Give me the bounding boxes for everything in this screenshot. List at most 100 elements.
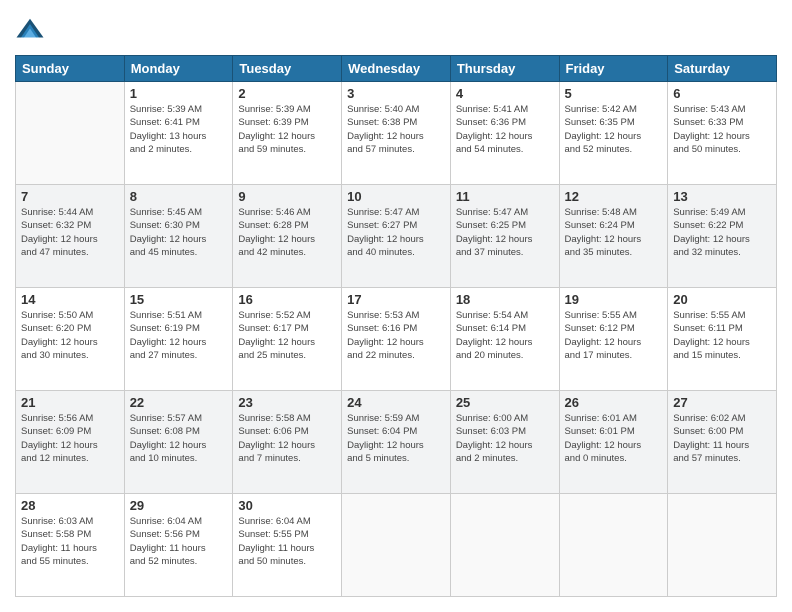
page: Sunday Monday Tuesday Wednesday Thursday… xyxy=(0,0,792,612)
day-info: Sunrise: 5:47 AM Sunset: 6:27 PM Dayligh… xyxy=(347,206,445,259)
table-row: 19 Sunrise: 5:55 AM Sunset: 6:12 PM Dayli… xyxy=(559,288,668,391)
day-info: Sunrise: 5:43 AM Sunset: 6:33 PM Dayligh… xyxy=(673,103,771,156)
logo xyxy=(15,15,50,45)
day-info: Sunrise: 5:41 AM Sunset: 6:36 PM Dayligh… xyxy=(456,103,554,156)
day-info: Sunrise: 5:52 AM Sunset: 6:17 PM Dayligh… xyxy=(238,309,336,362)
calendar-week-row: 7 Sunrise: 5:44 AM Sunset: 6:32 PM Daylig… xyxy=(16,185,777,288)
table-row: 30 Sunrise: 6:04 AM Sunset: 5:55 PM Dayli… xyxy=(233,494,342,597)
day-number: 2 xyxy=(238,86,336,101)
table-row: 28 Sunrise: 6:03 AM Sunset: 5:58 PM Dayli… xyxy=(16,494,125,597)
table-row: 2 Sunrise: 5:39 AM Sunset: 6:39 PM Daylig… xyxy=(233,82,342,185)
header-saturday: Saturday xyxy=(668,56,777,82)
day-info: Sunrise: 5:59 AM Sunset: 6:04 PM Dayligh… xyxy=(347,412,445,465)
day-info: Sunrise: 5:39 AM Sunset: 6:39 PM Dayligh… xyxy=(238,103,336,156)
day-number: 9 xyxy=(238,189,336,204)
day-number: 24 xyxy=(347,395,445,410)
table-row: 18 Sunrise: 5:54 AM Sunset: 6:14 PM Dayli… xyxy=(450,288,559,391)
table-row: 7 Sunrise: 5:44 AM Sunset: 6:32 PM Daylig… xyxy=(16,185,125,288)
day-info: Sunrise: 6:01 AM Sunset: 6:01 PM Dayligh… xyxy=(565,412,663,465)
day-number: 13 xyxy=(673,189,771,204)
day-info: Sunrise: 5:57 AM Sunset: 6:08 PM Dayligh… xyxy=(130,412,228,465)
day-number: 21 xyxy=(21,395,119,410)
header-wednesday: Wednesday xyxy=(342,56,451,82)
day-number: 23 xyxy=(238,395,336,410)
header-monday: Monday xyxy=(124,56,233,82)
logo-icon xyxy=(15,15,45,45)
day-number: 14 xyxy=(21,292,119,307)
day-number: 5 xyxy=(565,86,663,101)
day-info: Sunrise: 5:49 AM Sunset: 6:22 PM Dayligh… xyxy=(673,206,771,259)
table-row: 8Sunrise: 5:45 AM Sunset: 6:30 PM Daylig… xyxy=(124,185,233,288)
day-number: 25 xyxy=(456,395,554,410)
calendar-week-row: 28 Sunrise: 6:03 AM Sunset: 5:58 PM Dayli… xyxy=(16,494,777,597)
table-row: 1Sunrise: 5:39 AM Sunset: 6:41 PM Daylig… xyxy=(124,82,233,185)
table-row: 11 Sunrise: 5:47 AM Sunset: 6:25 PM Dayli… xyxy=(450,185,559,288)
day-number: 12 xyxy=(565,189,663,204)
day-number: 22 xyxy=(130,395,228,410)
table-row: 25 Sunrise: 6:00 AM Sunset: 6:03 PM Dayli… xyxy=(450,391,559,494)
day-info: Sunrise: 5:44 AM Sunset: 6:32 PM Dayligh… xyxy=(21,206,119,259)
table-row xyxy=(559,494,668,597)
calendar-week-row: 1Sunrise: 5:39 AM Sunset: 6:41 PM Daylig… xyxy=(16,82,777,185)
day-number: 7 xyxy=(21,189,119,204)
table-row: 14 Sunrise: 5:50 AM Sunset: 6:20 PM Dayli… xyxy=(16,288,125,391)
day-info: Sunrise: 5:55 AM Sunset: 6:12 PM Dayligh… xyxy=(565,309,663,362)
day-info: Sunrise: 5:45 AM Sunset: 6:30 PM Dayligh… xyxy=(130,206,228,259)
table-row: 16 Sunrise: 5:52 AM Sunset: 6:17 PM Dayli… xyxy=(233,288,342,391)
header-friday: Friday xyxy=(559,56,668,82)
table-row: 5 Sunrise: 5:42 AM Sunset: 6:35 PM Daylig… xyxy=(559,82,668,185)
day-info: Sunrise: 6:02 AM Sunset: 6:00 PM Dayligh… xyxy=(673,412,771,465)
day-number: 4 xyxy=(456,86,554,101)
day-info: Sunrise: 5:42 AM Sunset: 6:35 PM Dayligh… xyxy=(565,103,663,156)
day-number: 3 xyxy=(347,86,445,101)
day-number: 16 xyxy=(238,292,336,307)
day-number: 26 xyxy=(565,395,663,410)
day-number: 27 xyxy=(673,395,771,410)
day-number: 28 xyxy=(21,498,119,513)
table-row: 9 Sunrise: 5:46 AM Sunset: 6:28 PM Daylig… xyxy=(233,185,342,288)
table-row xyxy=(450,494,559,597)
table-row: 26 Sunrise: 6:01 AM Sunset: 6:01 PM Dayli… xyxy=(559,391,668,494)
day-info: Sunrise: 6:00 AM Sunset: 6:03 PM Dayligh… xyxy=(456,412,554,465)
day-number: 6 xyxy=(673,86,771,101)
day-number: 1 xyxy=(130,86,228,101)
table-row: 10 Sunrise: 5:47 AM Sunset: 6:27 PM Dayli… xyxy=(342,185,451,288)
day-number: 19 xyxy=(565,292,663,307)
day-info: Sunrise: 5:53 AM Sunset: 6:16 PM Dayligh… xyxy=(347,309,445,362)
table-row: 27 Sunrise: 6:02 AM Sunset: 6:00 PM Dayli… xyxy=(668,391,777,494)
calendar-week-row: 14 Sunrise: 5:50 AM Sunset: 6:20 PM Dayli… xyxy=(16,288,777,391)
table-row: 15Sunrise: 5:51 AM Sunset: 6:19 PM Dayli… xyxy=(124,288,233,391)
day-info: Sunrise: 5:50 AM Sunset: 6:20 PM Dayligh… xyxy=(21,309,119,362)
day-info: Sunrise: 6:04 AM Sunset: 5:56 PM Dayligh… xyxy=(130,515,228,568)
day-info: Sunrise: 5:58 AM Sunset: 6:06 PM Dayligh… xyxy=(238,412,336,465)
day-info: Sunrise: 5:40 AM Sunset: 6:38 PM Dayligh… xyxy=(347,103,445,156)
table-row: 22 Sunrise: 5:57 AM Sunset: 6:08 PM Dayli… xyxy=(124,391,233,494)
day-number: 17 xyxy=(347,292,445,307)
day-number: 30 xyxy=(238,498,336,513)
table-row: 13 Sunrise: 5:49 AM Sunset: 6:22 PM Dayli… xyxy=(668,185,777,288)
day-info: Sunrise: 5:46 AM Sunset: 6:28 PM Dayligh… xyxy=(238,206,336,259)
day-number: 18 xyxy=(456,292,554,307)
day-info: Sunrise: 5:51 AM Sunset: 6:19 PM Dayligh… xyxy=(130,309,228,362)
day-info: Sunrise: 5:54 AM Sunset: 6:14 PM Dayligh… xyxy=(456,309,554,362)
table-row: 17 Sunrise: 5:53 AM Sunset: 6:16 PM Dayli… xyxy=(342,288,451,391)
day-number: 20 xyxy=(673,292,771,307)
table-row: 6 Sunrise: 5:43 AM Sunset: 6:33 PM Daylig… xyxy=(668,82,777,185)
day-info: Sunrise: 5:47 AM Sunset: 6:25 PM Dayligh… xyxy=(456,206,554,259)
day-info: Sunrise: 5:56 AM Sunset: 6:09 PM Dayligh… xyxy=(21,412,119,465)
table-row: 3 Sunrise: 5:40 AM Sunset: 6:38 PM Daylig… xyxy=(342,82,451,185)
day-info: Sunrise: 5:48 AM Sunset: 6:24 PM Dayligh… xyxy=(565,206,663,259)
day-number: 11 xyxy=(456,189,554,204)
table-row: 23 Sunrise: 5:58 AM Sunset: 6:06 PM Dayli… xyxy=(233,391,342,494)
calendar-week-row: 21 Sunrise: 5:56 AM Sunset: 6:09 PM Dayli… xyxy=(16,391,777,494)
day-number: 10 xyxy=(347,189,445,204)
table-row: 4 Sunrise: 5:41 AM Sunset: 6:36 PM Daylig… xyxy=(450,82,559,185)
day-info: Sunrise: 6:03 AM Sunset: 5:58 PM Dayligh… xyxy=(21,515,119,568)
day-info: Sunrise: 6:04 AM Sunset: 5:55 PM Dayligh… xyxy=(238,515,336,568)
header-thursday: Thursday xyxy=(450,56,559,82)
header-tuesday: Tuesday xyxy=(233,56,342,82)
table-row: 24 Sunrise: 5:59 AM Sunset: 6:04 PM Dayli… xyxy=(342,391,451,494)
table-row: 12 Sunrise: 5:48 AM Sunset: 6:24 PM Dayli… xyxy=(559,185,668,288)
table-row: 29Sunrise: 6:04 AM Sunset: 5:56 PM Dayli… xyxy=(124,494,233,597)
table-row xyxy=(342,494,451,597)
